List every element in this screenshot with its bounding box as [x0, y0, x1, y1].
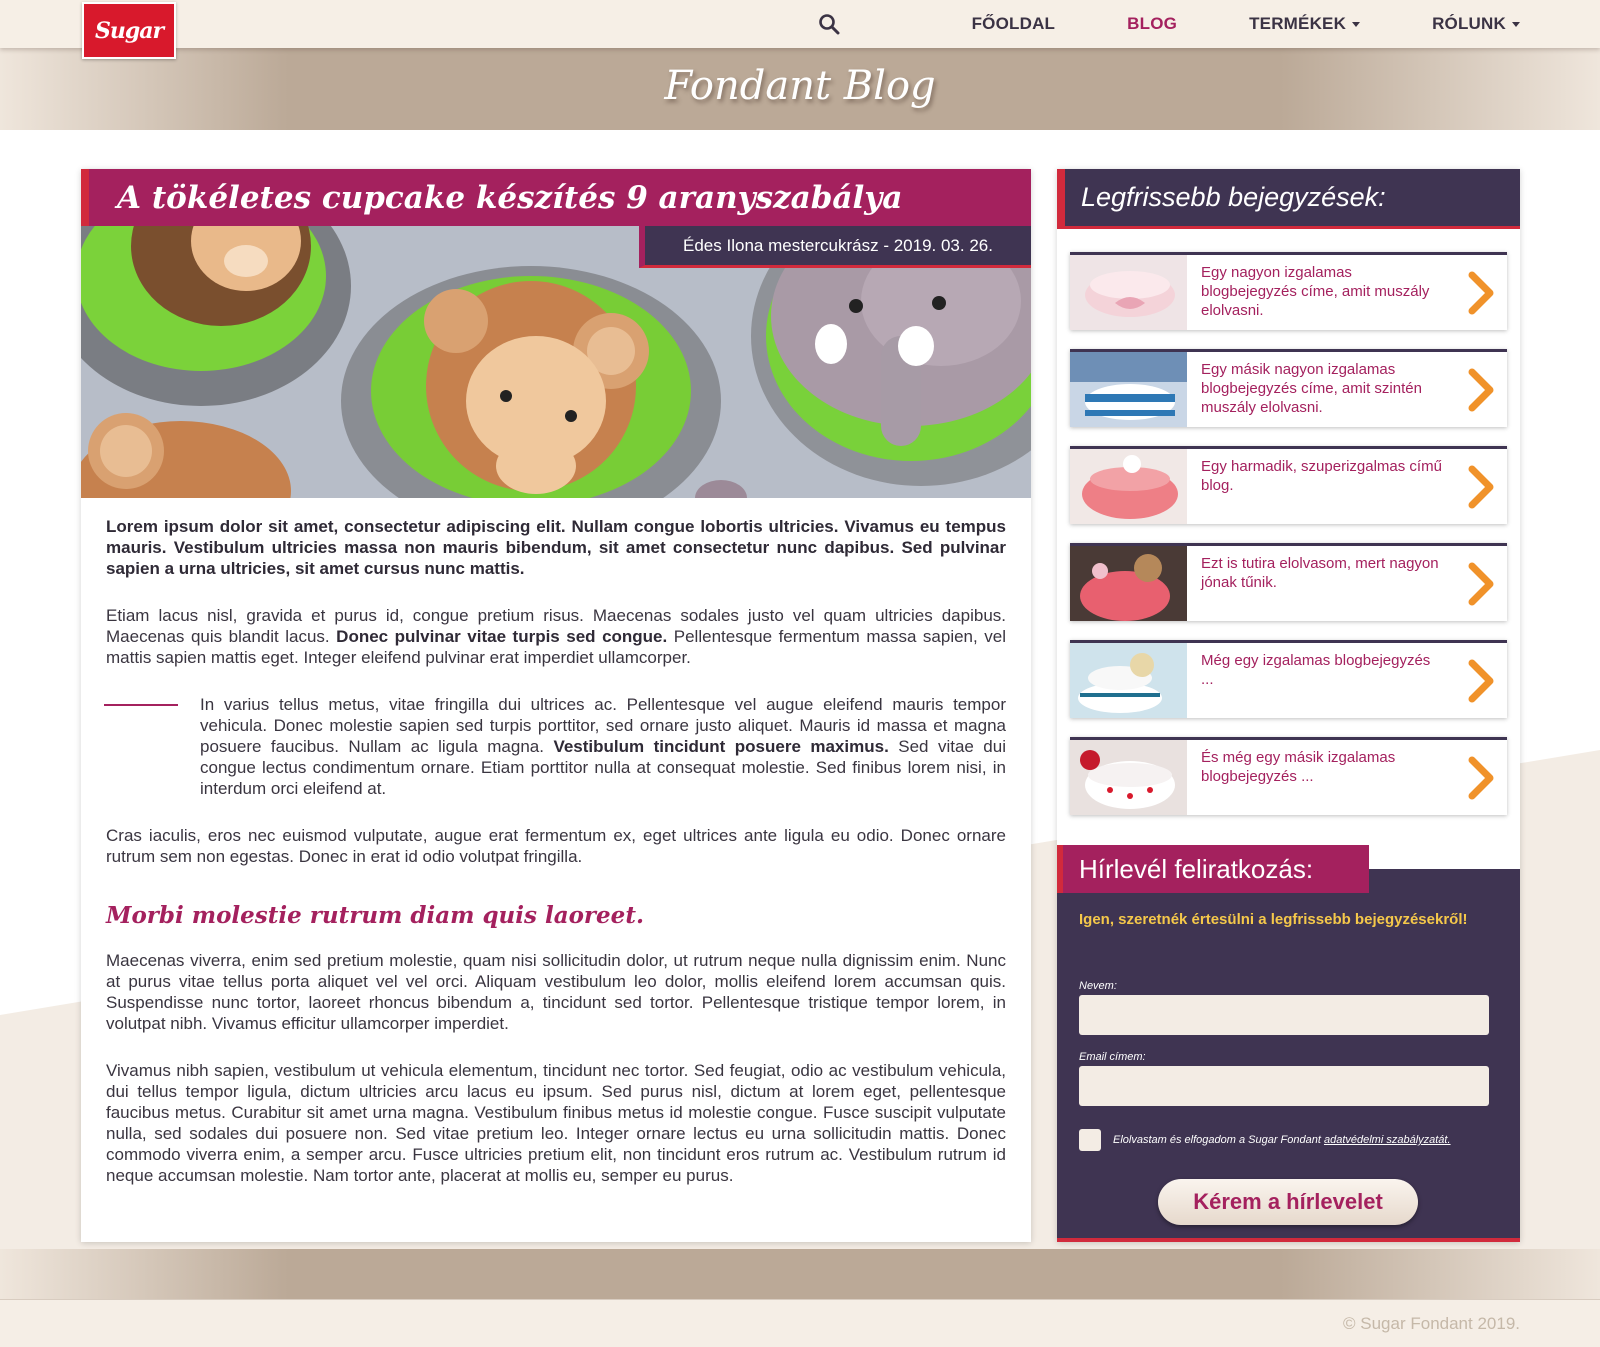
nav-item-home[interactable]: FŐOLDAL [972, 14, 1056, 34]
subscribe-button[interactable]: Kérem a hírlevelet [1158, 1179, 1418, 1225]
list-item[interactable]: Egy másik nagyon izgalamas blogbejegyzés… [1070, 349, 1507, 427]
list-item[interactable]: Egy nagyon izgalamas blogbejegyzés címe,… [1070, 252, 1507, 330]
article-blockquote: In varius tellus metus, vitae fringilla … [104, 694, 1006, 799]
nav-label: BLOG [1127, 14, 1178, 33]
email-label: Email címem: [1079, 1051, 1146, 1063]
privacy-policy-link[interactable]: adatvédelmi szabályzatát. [1324, 1134, 1451, 1146]
bold-text: Vestibulum tincidunt posuere maximus. [553, 737, 889, 756]
article-subheading: Morbi molestie rutrum diam quis laoreet. [106, 902, 644, 929]
bold-text: Donec pulvinar vitae turpis sed congue. [336, 627, 668, 646]
search-icon[interactable] [818, 13, 840, 35]
footer-band [0, 1249, 1600, 1299]
post-title[interactable]: Egy nagyon izgalamas blogbejegyzés címe,… [1187, 255, 1455, 330]
post-thumbnail[interactable] [1070, 352, 1187, 427]
caret-down-icon [1352, 21, 1361, 27]
consent-checkbox[interactable] [1079, 1129, 1101, 1151]
nav-item-products[interactable]: TERMÉKEK [1249, 14, 1361, 34]
nav-item-blog[interactable]: BLOG [1127, 14, 1177, 34]
caret-down-icon [1512, 21, 1520, 27]
chevron-right-icon[interactable] [1455, 643, 1507, 718]
chevron-right-icon[interactable] [1455, 352, 1507, 427]
sugar-logo[interactable]: Sugar [82, 2, 176, 59]
post-thumbnail[interactable] [1070, 255, 1187, 330]
quote-line [104, 704, 178, 706]
nav-label: FŐOLDAL [971, 14, 1056, 33]
nav-item-about[interactable]: RÓLUNK [1432, 14, 1520, 34]
post-title[interactable]: Még egy izgalamas blogbejegyzés ... [1187, 643, 1455, 718]
consent-label: Elolvastam és elfogadom a Sugar Fondant … [1113, 1134, 1451, 1146]
chevron-right-icon[interactable] [1455, 546, 1507, 621]
list-item[interactable]: Ezt is tutira elolvasom, mert nagyon jón… [1070, 543, 1507, 621]
post-title[interactable]: Ezt is tutira elolvasom, mert nagyon jón… [1187, 546, 1455, 621]
article-body: Lorem ipsum dolor sit amet, consectetur … [81, 498, 1031, 1186]
latest-posts-title: Legfrissebb bejegyzések: [1081, 182, 1386, 212]
post-thumbnail[interactable] [1070, 449, 1187, 524]
nav-label: TERMÉKEK [1249, 14, 1347, 33]
article-paragraph: Vivamus nibh sapien, vestibulum ut vehic… [106, 1061, 1006, 1185]
newsletter-subtitle: Igen, szeretnék értesülni a legfrissebb … [1079, 911, 1468, 928]
footer: © Sugar Fondant 2019. [0, 1299, 1600, 1347]
article-lead: Lorem ipsum dolor sit amet, consectetur … [106, 517, 1006, 578]
article-hero-image: Édes Ilona mestercukrász - 2019. 03. 26. [81, 226, 1031, 498]
chevron-right-icon[interactable] [1455, 255, 1507, 330]
name-label: Nevem: [1079, 980, 1117, 992]
list-item[interactable]: Egy harmadik, szuperizgalmas című blog. [1070, 446, 1507, 524]
article-paragraph: Maecenas viverra, enim sed pretium moles… [106, 951, 1006, 1033]
nav-label: RÓLUNK [1432, 14, 1506, 33]
byline-text: Édes Ilona mestercukrász - 2019. 03. 26. [683, 235, 993, 255]
list-item[interactable]: És még egy másik izgalamas blogbejegyzés… [1070, 737, 1507, 815]
article-header: A tökéletes cupcake készítés 9 aranyszab… [81, 169, 1031, 226]
logo-text: Sugar [94, 17, 164, 44]
post-title[interactable]: Egy másik nagyon izgalamas blogbejegyzés… [1187, 352, 1455, 427]
latest-posts-list: Egy nagyon izgalamas blogbejegyzés címe,… [1057, 229, 1520, 815]
list-item[interactable]: Még egy izgalamas blogbejegyzés ... [1070, 640, 1507, 718]
post-title[interactable]: Egy harmadik, szuperizgalmas című blog. [1187, 449, 1455, 524]
name-field[interactable] [1079, 995, 1489, 1035]
sidebar: Legfrissebb bejegyzések: Egy nagyon izga… [1057, 169, 1520, 1242]
top-navigation-bar: FŐOLDAL BLOG TERMÉKEK RÓLUNK [0, 0, 1600, 48]
post-thumbnail[interactable] [1070, 740, 1187, 815]
consent-text: Elolvastam és elfogadom a Sugar Fondant [1113, 1134, 1324, 1146]
newsletter-signup: Hírlevél feliratkozás: Igen, szeretnék é… [1057, 845, 1520, 1242]
article-paragraph: Etiam lacus nisl, gravida et purus id, c… [106, 605, 1006, 668]
main-nav: FŐOLDAL BLOG TERMÉKEK RÓLUNK [818, 0, 1520, 48]
article-paragraph: Cras iaculis, eros nec euismod vulputate… [106, 826, 1006, 866]
chevron-right-icon[interactable] [1455, 449, 1507, 524]
post-thumbnail[interactable] [1070, 643, 1187, 718]
footer-copyright: © Sugar Fondant 2019. [1343, 1314, 1520, 1333]
post-thumbnail[interactable] [1070, 546, 1187, 621]
email-field[interactable] [1079, 1066, 1489, 1106]
blog-article: A tökéletes cupcake készítés 9 aranyszab… [81, 169, 1031, 1242]
newsletter-title: Hírlevél feliratkozás: [1057, 845, 1369, 893]
article-title: A tökéletes cupcake készítés 9 aranyszab… [117, 179, 903, 216]
post-title[interactable]: És még egy másik izgalamas blogbejegyzés… [1187, 740, 1455, 815]
page-title: Fondant Blog [664, 63, 936, 109]
page-banner: Fondant Blog [0, 48, 1600, 130]
chevron-right-icon[interactable] [1455, 740, 1507, 815]
latest-posts-header: Legfrissebb bejegyzések: [1057, 169, 1520, 229]
article-byline: Édes Ilona mestercukrász - 2019. 03. 26. [639, 226, 1031, 268]
